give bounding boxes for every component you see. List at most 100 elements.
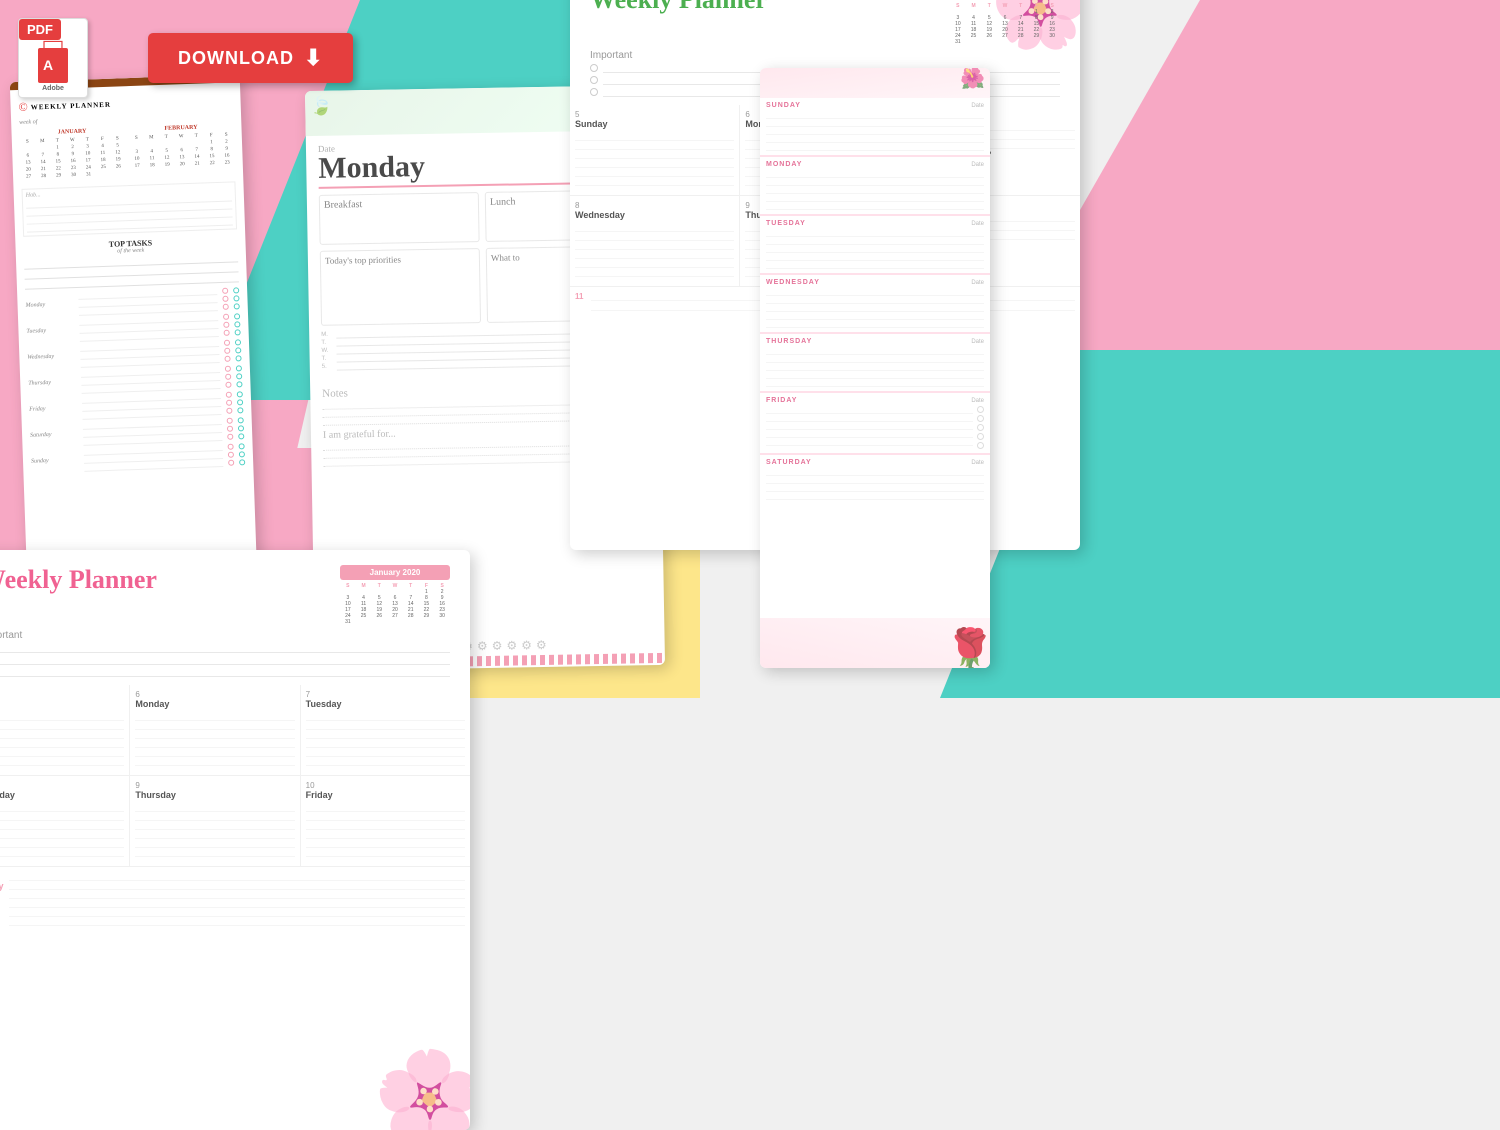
card3-calendar-area: January 2020 S M T W T F S 12 3456789 10… (950, 0, 1060, 45)
imp-circle (590, 88, 598, 96)
cal-cell: 23 (220, 159, 235, 167)
vert-line (766, 312, 984, 320)
cal-d: 31 (950, 39, 966, 45)
col-day: Thursday (135, 790, 294, 800)
day-line (0, 821, 124, 830)
day-line (575, 159, 734, 168)
cal-cell: 28 (36, 173, 51, 181)
vert-line (766, 476, 984, 484)
vert-floral-top: 🌺 (760, 68, 990, 98)
col-num: 10 (306, 781, 465, 790)
card2-priorities-label: Today's top priorities (325, 253, 475, 266)
col-day: Monday (135, 699, 294, 709)
vert-saturday-section: SATURDAY Date (760, 455, 990, 618)
card4-col-sunday: 5 Sunday (0, 685, 130, 775)
day-line (0, 712, 124, 721)
cal-d: 30 (434, 613, 450, 619)
adobe-text: Adobe (42, 85, 64, 92)
vert-line (766, 143, 984, 151)
day-line (306, 848, 465, 857)
day-line (0, 839, 124, 848)
pdf-icon: PDF □ A Adobe (18, 18, 88, 98)
card4-col-thursday: 9 Thursday (130, 776, 300, 866)
vert-line (766, 119, 984, 127)
vert-line (766, 484, 984, 492)
vert-line (766, 320, 984, 328)
day-line (0, 812, 124, 821)
vert-circle (977, 406, 984, 413)
imp-line (0, 643, 450, 653)
vert-line (766, 253, 984, 261)
day-line (135, 803, 294, 812)
card3-header: Weekly Planner January 2020 S M T W T F … (570, 0, 1080, 50)
vert-line (766, 135, 984, 143)
saturday-num: 11 (0, 872, 4, 881)
vert-tuesday-section: TUESDAY Date (760, 216, 990, 275)
vertical-inner: 🌺 SUNDAY Date MONDAY Date (760, 68, 990, 668)
download-arrow-icon: ⬇ (304, 45, 323, 71)
card4-col-wednesday: 8 Wednesday (0, 776, 130, 866)
january-grid: SMTWTFS 12345 6789101112 13141516171819 … (20, 135, 126, 181)
day-line (135, 721, 294, 730)
day-line (306, 712, 465, 721)
saturday-label: Saturday (0, 881, 4, 891)
card3-col-sunday: 5 Sunday (570, 105, 740, 195)
bottom-icon-7: ⚙ (521, 638, 532, 652)
february-grid: SMTWTFS 12 3456789 10111213141516 171819… (129, 131, 235, 170)
day-line (306, 748, 465, 757)
day-line (575, 268, 734, 277)
card4-imp-row (0, 667, 450, 677)
day-line (135, 830, 294, 839)
imp-line (0, 667, 450, 677)
leaf-icon: 🍃 (310, 96, 333, 117)
vert-tuesday-label: TUESDAY (766, 220, 806, 227)
vert-line (766, 261, 984, 269)
card4-col-tuesday: 7 Tuesday (301, 685, 470, 775)
pdf-tag: PDF (19, 19, 61, 40)
cal-d: 25 (966, 33, 982, 39)
vert-date-label: Date (971, 280, 984, 286)
cal-cell: 19 (160, 161, 175, 169)
cal-d: 25 (356, 613, 372, 619)
cal-cell: 30 (66, 172, 81, 180)
card4-important-label: Important (0, 630, 450, 641)
col-day: Wednesday (0, 790, 124, 800)
cal-d: 29 (419, 613, 435, 619)
vert-line (766, 414, 973, 422)
day-line (575, 241, 734, 250)
col-day: Tuesday (306, 699, 465, 709)
card1-february: FEBRUARY SMTWTFS 12 3456789 101112131415… (128, 123, 235, 177)
vert-date-label: Date (971, 221, 984, 227)
download-button[interactable]: DOWNLOAD ⬇ (148, 33, 353, 83)
vert-line (766, 468, 984, 476)
col-day: Sunday (575, 119, 734, 129)
cal-cell: 18 (145, 162, 160, 170)
vert-bottom-floral-icon: 🌹 (945, 626, 990, 668)
vert-line (766, 430, 973, 438)
vert-floral-icon: 🌺 (960, 68, 985, 91)
day-line (9, 890, 465, 899)
cal-d: 27 (387, 613, 403, 619)
card4-saturday-row: 11 Saturday (0, 867, 470, 931)
cal-cell: 21 (190, 160, 205, 168)
vert-circle (977, 424, 984, 431)
cal-d: 28 (1013, 33, 1029, 39)
vert-line (766, 111, 984, 119)
card4-col-monday: 6 Monday (130, 685, 300, 775)
vert-line (766, 438, 973, 446)
cal-cell: 20 (175, 161, 190, 169)
vert-circle (977, 415, 984, 422)
cal-d: 30 (1044, 33, 1060, 39)
vert-line (766, 288, 984, 296)
cal-cell: 26 (111, 163, 126, 171)
vert-floral-bottom: 🌹 (760, 618, 990, 668)
card2-priorities-box: Today's top priorities (320, 248, 481, 326)
saturday-num: 11 (575, 292, 583, 311)
vert-monday-label: MONDAY (766, 161, 802, 168)
day-line (0, 830, 124, 839)
cal-d: 28 (403, 613, 419, 619)
day-line (575, 232, 734, 241)
day-line (9, 908, 465, 917)
cal-d: 26 (981, 33, 997, 39)
day-line (575, 223, 734, 232)
